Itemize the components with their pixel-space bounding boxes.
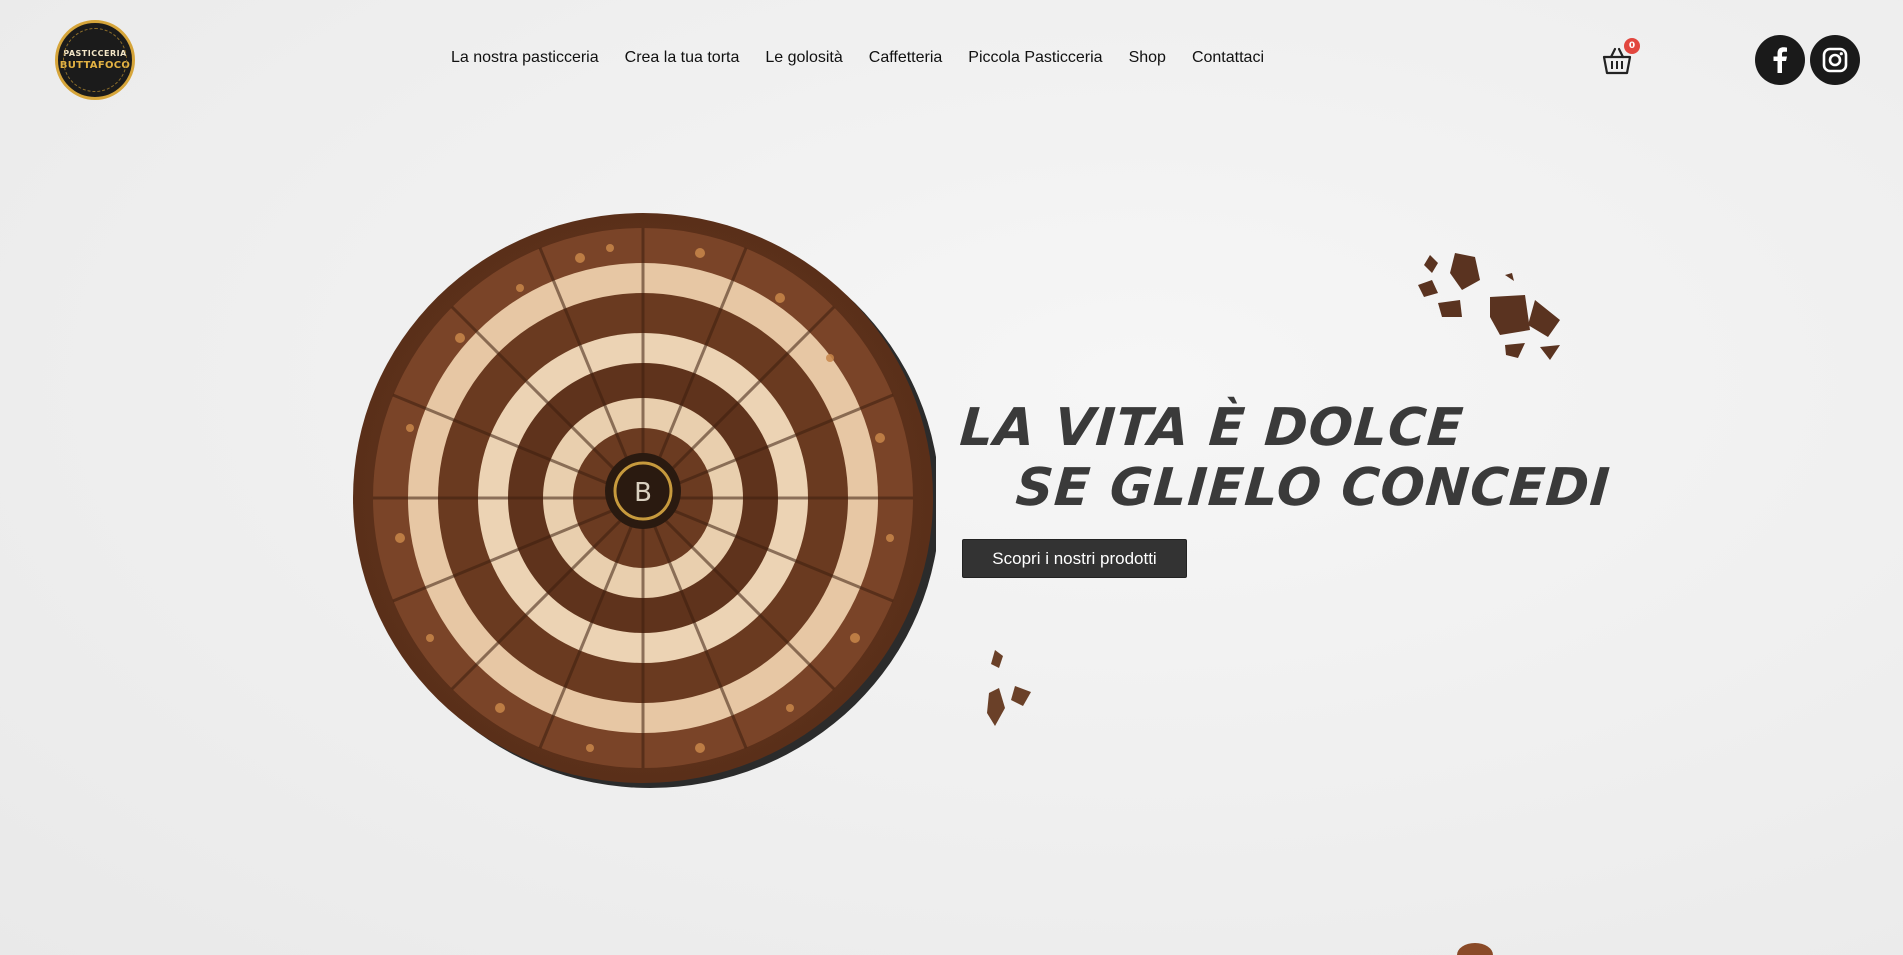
chocolate-chunks-top: [1418, 253, 1560, 360]
logo-ring: [63, 28, 127, 92]
site-header: PASTICCERIA BUTTAFOCO La nostra pasticce…: [0, 0, 1903, 120]
instagram-button[interactable]: [1810, 35, 1860, 85]
nav-item-golosita[interactable]: Le golosità: [765, 49, 842, 67]
cart-count-badge: 0: [1624, 38, 1640, 54]
nut-fragment: [1457, 943, 1493, 955]
hero-headline-line1: LA VITA È DOLCE: [958, 398, 1466, 458]
nav-item-contattaci[interactable]: Contattaci: [1192, 49, 1264, 67]
nav-item-shop[interactable]: Shop: [1129, 49, 1166, 67]
nav-item-crea-torta[interactable]: Crea la tua torta: [625, 49, 740, 67]
nav-item-pasticceria[interactable]: La nostra pasticceria: [451, 49, 599, 67]
nav-item-piccola-pasticceria[interactable]: Piccola Pasticceria: [968, 49, 1102, 67]
cake-monogram: B: [634, 478, 652, 508]
nav-item-caffetteria[interactable]: Caffetteria: [869, 49, 943, 67]
instagram-icon: [1822, 47, 1848, 73]
chocolate-chunks-bottom: [987, 650, 1031, 726]
brand-logo[interactable]: PASTICCERIA BUTTAFOCO: [55, 20, 135, 100]
facebook-button[interactable]: [1755, 35, 1805, 85]
facebook-icon: [1773, 47, 1787, 73]
hero-headline-line2: SE GLIELO CONCEDI: [1013, 458, 1613, 518]
discover-products-button[interactable]: Scopri i nostri prodotti: [962, 539, 1187, 578]
hero-headline: LA VITA È DOLCE SE GLIELO CONCEDI: [954, 398, 1617, 518]
main-nav: La nostra pasticceria Crea la tua torta …: [451, 49, 1264, 67]
cake-image: B: [353, 213, 936, 788]
